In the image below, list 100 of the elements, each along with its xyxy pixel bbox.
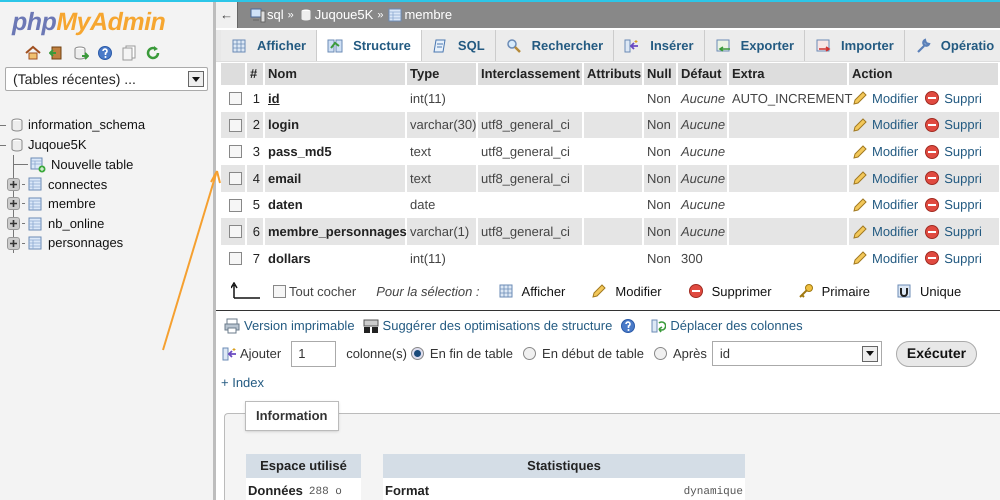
position-radio[interactable] bbox=[410, 347, 424, 360]
breadcrumb-link[interactable]: sql bbox=[267, 5, 284, 25]
delete-icon bbox=[924, 90, 940, 106]
grid-icon bbox=[498, 283, 514, 300]
cell-null: Non bbox=[647, 90, 671, 106]
position-radio[interactable] bbox=[654, 347, 667, 360]
position-label[interactable]: En début de table bbox=[542, 344, 644, 364]
edit-link[interactable]: Modifier bbox=[872, 115, 918, 135]
add-label: Ajouter bbox=[240, 344, 282, 363]
column-name: id bbox=[268, 90, 280, 106]
selection-action[interactable]: Primaire bbox=[822, 282, 870, 302]
server-icon bbox=[250, 7, 266, 23]
cell-null: Non bbox=[647, 117, 671, 132]
tab[interactable]: Importer bbox=[805, 30, 905, 61]
check-all-checkbox[interactable] bbox=[273, 284, 286, 298]
pencil-icon bbox=[852, 224, 868, 240]
scroll-icon bbox=[432, 38, 448, 54]
tab[interactable]: Exporter bbox=[704, 30, 806, 61]
row-checkbox[interactable] bbox=[229, 172, 242, 185]
delete-icon bbox=[924, 197, 940, 214]
row-checkbox[interactable] bbox=[229, 225, 242, 238]
after-column-dropdown[interactable]: id bbox=[712, 341, 882, 366]
structure-icon bbox=[327, 38, 344, 54]
edit-link[interactable]: Modifier bbox=[872, 88, 918, 108]
database-link[interactable]: Juqoue5K bbox=[28, 135, 87, 155]
column-count-field[interactable]: 1 bbox=[291, 340, 336, 366]
pencil-icon bbox=[852, 117, 868, 134]
tab[interactable]: Rechercher bbox=[496, 30, 614, 61]
action-link[interactable]: Déplacer des colonnes bbox=[670, 316, 803, 336]
delete-link[interactable]: Suppri bbox=[944, 88, 982, 108]
delete-link[interactable]: Suppri bbox=[944, 195, 982, 215]
back-button[interactable]: ← bbox=[216, 2, 238, 28]
expand-icon[interactable] bbox=[9, 180, 18, 189]
delete-link[interactable]: Suppri bbox=[944, 222, 982, 242]
breadcrumb-link[interactable]: Juqoue5K bbox=[314, 5, 374, 25]
delete-link[interactable]: Suppri bbox=[944, 142, 982, 162]
cell-extra: AUTO_INCREMENT bbox=[732, 90, 852, 106]
action-link[interactable]: Suggérer des optimisations de structure bbox=[382, 316, 612, 336]
import-icon bbox=[815, 38, 832, 54]
delete-link[interactable]: Suppri bbox=[944, 248, 982, 268]
insert-icon bbox=[222, 346, 238, 362]
row-checkbox[interactable] bbox=[229, 198, 242, 212]
selection-action[interactable]: Modifier bbox=[615, 282, 662, 302]
edit-link[interactable]: Modifier bbox=[872, 142, 918, 162]
edit-link[interactable]: Modifier bbox=[872, 248, 918, 268]
delete-icon bbox=[924, 144, 940, 160]
new-table-link[interactable]: Nouvelle table bbox=[51, 155, 134, 175]
reload-icon[interactable] bbox=[145, 45, 161, 61]
database-link[interactable]: information_schema bbox=[28, 115, 146, 135]
selection-action[interactable]: Unique bbox=[920, 282, 962, 302]
tab[interactable]: Afficher bbox=[221, 30, 318, 61]
home-icon[interactable] bbox=[25, 45, 41, 61]
row-checkbox[interactable] bbox=[229, 92, 242, 105]
row-checkbox[interactable] bbox=[229, 252, 242, 265]
breadcrumb-link[interactable]: membre bbox=[404, 5, 452, 25]
cell-null: Non bbox=[647, 250, 671, 266]
row-number: 3 bbox=[252, 144, 260, 159]
check-all-label[interactable]: Tout cocher bbox=[289, 282, 356, 302]
table-link[interactable]: personnages bbox=[48, 233, 124, 253]
table-link[interactable]: nb_online bbox=[48, 214, 104, 234]
pencil-icon bbox=[852, 197, 868, 214]
position-radio[interactable] bbox=[523, 347, 536, 360]
expand-icon[interactable] bbox=[9, 219, 18, 228]
documents-icon[interactable] bbox=[121, 45, 137, 61]
database-icon[interactable] bbox=[73, 45, 89, 61]
recent-tables-dropdown[interactable]: (Tables récentes) ... bbox=[5, 67, 208, 91]
printer-icon bbox=[224, 318, 240, 334]
row-checkbox[interactable] bbox=[229, 118, 242, 132]
table-link[interactable]: membre bbox=[48, 194, 96, 214]
database-icon bbox=[9, 137, 25, 153]
action-link[interactable]: Version imprimable bbox=[244, 316, 355, 336]
edit-link[interactable]: Modifier bbox=[872, 195, 918, 215]
breadcrumb-separator: » bbox=[377, 8, 384, 23]
expand-icon[interactable] bbox=[9, 199, 18, 208]
pencil-icon bbox=[852, 250, 868, 266]
cell-default: 300 bbox=[681, 250, 703, 266]
delete-link[interactable]: Suppri bbox=[944, 115, 982, 135]
cell-collation: utf8_general_ci bbox=[481, 170, 570, 186]
row-checkbox[interactable] bbox=[229, 145, 242, 158]
tab[interactable]: SQL bbox=[422, 30, 496, 61]
edit-link[interactable]: Modifier bbox=[872, 168, 918, 188]
selection-action[interactable]: Supprimer bbox=[712, 282, 772, 302]
cell-type: int(11) bbox=[410, 250, 446, 266]
position-label[interactable]: Après bbox=[672, 344, 707, 364]
tab[interactable]: Insérer bbox=[614, 30, 705, 61]
stat-label: Format bbox=[385, 482, 430, 500]
delete-icon bbox=[924, 170, 940, 186]
expand-icon[interactable] bbox=[9, 238, 18, 248]
cell-collation: utf8_general_ci bbox=[481, 224, 570, 240]
position-label[interactable]: En fin de table bbox=[430, 344, 514, 364]
help-icon[interactable] bbox=[97, 45, 113, 61]
pencil-icon bbox=[852, 90, 868, 106]
execute-button[interactable]: Exécuter bbox=[896, 340, 978, 366]
selection-action[interactable]: Afficher bbox=[522, 282, 566, 302]
tab[interactable]: Structure bbox=[317, 30, 422, 61]
table-link[interactable]: connectes bbox=[48, 174, 108, 194]
add-index-link[interactable]: + Index bbox=[221, 372, 264, 392]
edit-link[interactable]: Modifier bbox=[872, 222, 918, 242]
tab[interactable]: Opératio bbox=[904, 30, 1000, 61]
delete-link[interactable]: Suppri bbox=[944, 168, 982, 188]
